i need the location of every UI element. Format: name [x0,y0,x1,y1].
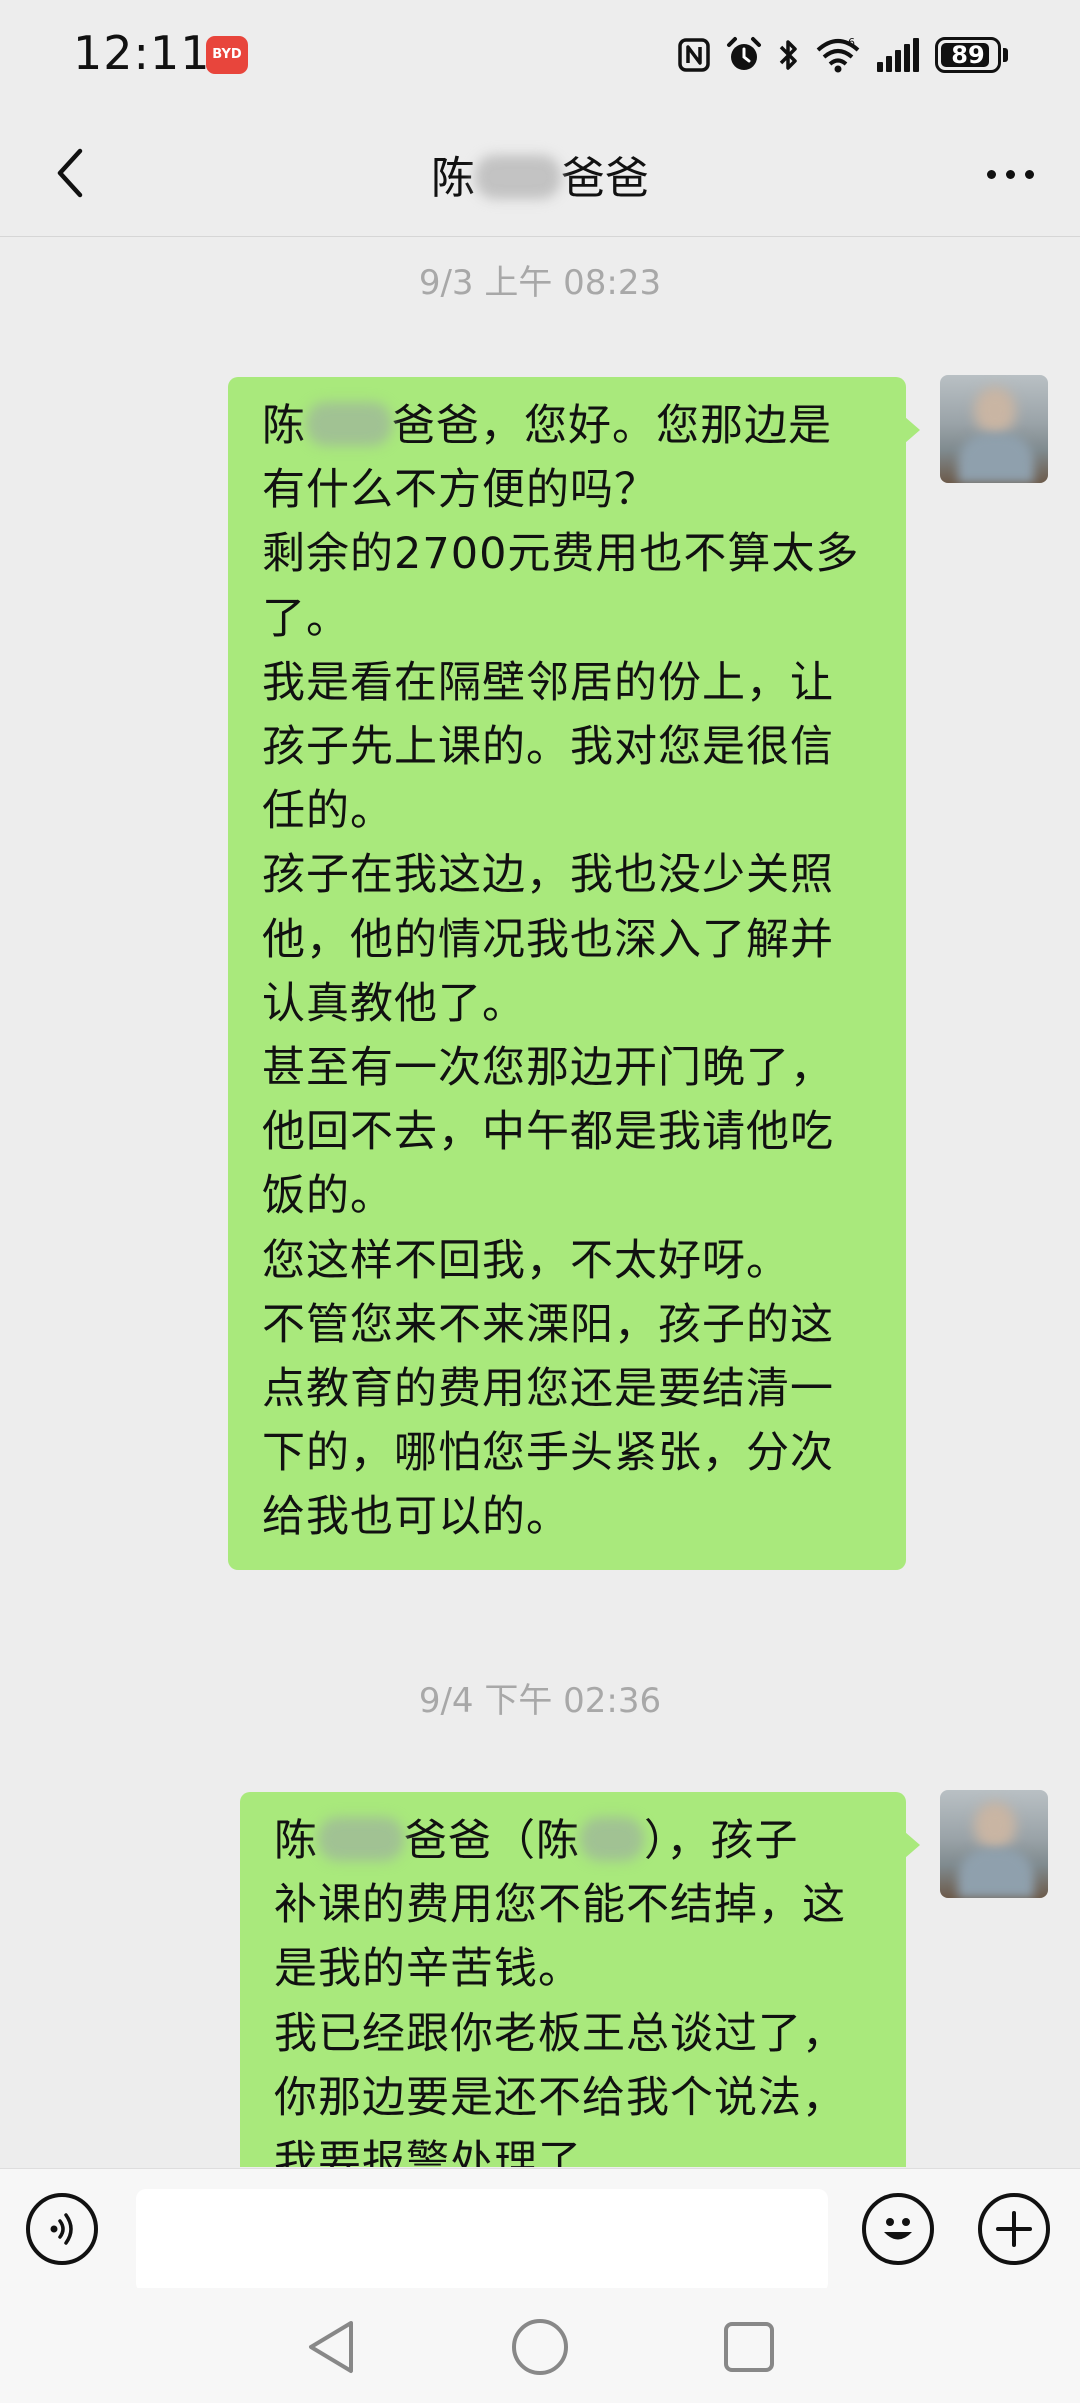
bluetooth-icon [779,40,797,70]
redacted-name [475,155,561,199]
system-recents-button[interactable] [714,2312,784,2382]
status-bar: 12:11 BYD 6 89 [0,0,1080,108]
plus-icon [996,2211,1032,2247]
redacted-name [580,1817,644,1861]
message-line: 不管您来不来溧阳，孩子的这 [262,1299,834,1350]
redacted-name [318,1817,404,1861]
status-icons: 6 89 [677,30,1008,80]
message-line: 孩子在我这边，我也没少关照 [262,850,834,901]
voice-button[interactable] [26,2193,98,2265]
message-line: 我是看在隔壁邻居的份上，让 [262,657,834,708]
battery-level: 89 [951,41,985,69]
message-line: 补课的费用您不能不结掉，这 [274,1880,846,1931]
message-line: 认真教他了。 [262,978,526,1029]
message-line: 孩子先上课的。我对您是很信 [262,722,834,773]
byd-app-icon: BYD [206,36,248,74]
chat-title-prefix: 陈 [431,153,475,204]
chat-header: 陈 爸爸 [0,108,1080,237]
message-timestamp: 9/3 上午 08:23 [418,263,662,303]
sender-avatar[interactable] [940,375,1048,483]
message-line: 你那边要是还不给我个说法， [274,2072,846,2123]
message-line: 我要报警处理了 [274,2137,582,2167]
message-line: 任的。 [262,786,394,837]
voice-icon [50,2213,73,2245]
more-dots-icon [986,169,996,179]
message-line: 给我也可以的。 [262,1492,570,1543]
nfc-icon [678,38,710,72]
message-line: 您这样不回我，不太好呀。 [262,1235,790,1286]
chat-screen: 12:11 BYD 6 89 陈 爸爸 9/3 上午 08:23 陈 爸爸，您好… [0,0,1080,2403]
emoji-icon [884,2218,912,2240]
message-line: 有什么不方便的吗？ [262,465,658,516]
alarm-icon [727,37,761,70]
triangle-back-icon [309,2321,353,2373]
emoji-button[interactable] [862,2193,934,2265]
battery-icon: 89 [935,37,1008,73]
system-back-button[interactable] [296,2312,366,2382]
system-navigation-bar [0,2288,1080,2403]
signal-icon [877,38,919,72]
chat-title-suffix: 爸爸 [561,153,649,204]
wifi-icon: 6 [816,36,860,73]
message-input[interactable] [136,2189,828,2293]
chat-title: 陈 爸爸 [0,142,1080,206]
message-line: 是我的辛苦钱。 [274,1944,582,1995]
message-list[interactable]: 9/3 上午 08:23 陈爸爸，您好。您那边是 有什么不方便的吗？ 剩余的27… [0,237,1080,2167]
message-bubble[interactable]: 陈爸爸（陈 ），孩子 补课的费用您不能不结掉，这 是我的辛苦钱。 我已经跟你老板王… [240,1792,920,2167]
message-line: 他回不去，中午都是我请他吃 [262,1107,834,1158]
square-recents-icon [724,2322,774,2372]
message-line: 剩余的2700元费用也不算太多 [262,529,860,580]
message-line: 陈爸爸，您好。您那边是 [262,401,832,451]
message-line: 甚至有一次您那边开门晚了， [262,1043,834,1094]
svg-text:6: 6 [848,36,855,49]
more-functions-button[interactable] [978,2193,1050,2265]
more-options-button[interactable] [970,144,1050,204]
message-line: 我已经跟你老板王总谈过了， [274,2008,846,2059]
circle-home-icon [512,2319,568,2375]
message-bubble[interactable]: 陈爸爸，您好。您那边是 有什么不方便的吗？ 剩余的2700元费用也不算太多 了。… [228,377,920,1570]
sender-avatar[interactable] [940,1790,1048,1898]
message-timestamp: 9/4 下午 02:36 [418,1681,662,1721]
message-line: 了。 [262,593,350,644]
message-line: 饭的。 [262,1171,394,1222]
status-time: 12:11 [73,26,211,80]
message-line: 点教育的费用您还是要结清一 [262,1364,834,1415]
system-home-button[interactable] [505,2312,575,2382]
message-line: 陈爸爸（陈 ），孩子 [274,1816,799,1866]
redacted-name [306,402,392,446]
message-line: 下的，哪怕您手头紧张，分次 [262,1428,834,1479]
input-bar [0,2168,1080,2293]
message-line: 他，他的情况我也深入了解并 [262,914,834,965]
